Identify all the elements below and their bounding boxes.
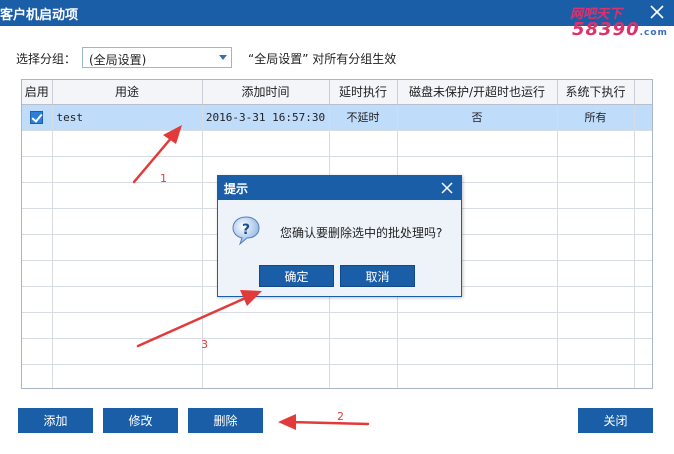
confirm-dialog: 提示 ? 您确认要删除选中的批处理吗? 确定 取消 xyxy=(217,175,462,297)
dialog-body: ? 您确认要删除选中的批处理吗? 确定 取消 xyxy=(218,200,461,296)
table-cell-empty xyxy=(22,208,53,235)
chevron-down-icon[interactable] xyxy=(219,55,227,60)
table-cell-empty xyxy=(202,312,330,339)
group-label: 选择分组： xyxy=(16,52,77,66)
window-title: 客户机启动项 xyxy=(0,8,79,23)
table-cell-empty xyxy=(52,312,203,339)
table-cell-empty xyxy=(52,364,203,388)
table-cell-empty xyxy=(52,286,203,313)
table-row-empty xyxy=(22,364,652,388)
annotation-label-3: 3 xyxy=(201,338,208,351)
table-cell-empty xyxy=(22,234,53,261)
table-cell-empty xyxy=(52,338,203,365)
table-cell-empty xyxy=(329,130,398,157)
table-cell-empty xyxy=(52,234,203,261)
annotation-label-1: 1 xyxy=(160,172,167,185)
table-cell-empty xyxy=(634,208,652,235)
table-cell-purpose: test xyxy=(52,104,203,131)
table-cell-empty xyxy=(557,338,635,365)
add-button[interactable]: 添加 xyxy=(18,408,93,433)
table-cell-empty xyxy=(634,286,652,313)
table-cell-empty xyxy=(22,182,53,209)
table-row-empty xyxy=(22,338,652,365)
column-header-delay[interactable]: 延时执行 xyxy=(329,80,398,105)
table-cell-empty xyxy=(22,130,53,157)
table-cell-filler xyxy=(634,104,652,131)
window-titlebar: 客户机启动项 xyxy=(0,0,674,26)
table-cell-empty xyxy=(22,338,53,365)
table-cell-empty xyxy=(634,364,652,388)
table-cell-empty xyxy=(634,260,652,287)
column-header-purpose[interactable]: 用途 xyxy=(52,80,203,105)
checkbox-checked-icon[interactable] xyxy=(30,110,44,124)
table-cell-empty xyxy=(52,208,203,235)
table-cell-empty xyxy=(52,130,203,157)
table-cell-empty xyxy=(634,156,652,183)
table-cell-empty xyxy=(557,286,635,313)
dialog-title: 提示 xyxy=(224,182,249,196)
annotation-arrow-2 xyxy=(278,414,370,430)
table-cell-empty xyxy=(52,156,203,183)
dialog-message: 您确认要删除选中的批处理吗? xyxy=(280,226,443,240)
dialog-cancel-button[interactable]: 取消 xyxy=(340,265,415,287)
table-cell-empty xyxy=(329,312,398,339)
group-select[interactable]: (全局设置) xyxy=(82,47,232,68)
group-select-value: (全局设置) xyxy=(89,53,147,67)
table-cell-empty xyxy=(634,312,652,339)
table-cell-empty xyxy=(634,130,652,157)
close-button[interactable]: 关闭 xyxy=(578,408,653,433)
column-header-enabled[interactable]: 启用 xyxy=(22,80,53,105)
table-cell-empty xyxy=(202,338,330,365)
table-cell-empty xyxy=(634,338,652,365)
table-cell-empty xyxy=(557,312,635,339)
table-cell-empty xyxy=(557,364,635,388)
column-header-added-time[interactable]: 添加时间 xyxy=(202,80,330,105)
table-cell-added-time: 2016-3-31 16:57:30 xyxy=(202,104,330,131)
dialog-titlebar: 提示 xyxy=(218,176,461,200)
table-cell-empty xyxy=(329,364,398,388)
table-cell-empty xyxy=(22,312,53,339)
table-cell-empty xyxy=(557,234,635,261)
table-row-empty xyxy=(22,312,652,339)
table-cell-empty xyxy=(397,338,558,365)
table-cell-empty xyxy=(557,260,635,287)
table-cell-empty xyxy=(22,364,53,388)
table-cell-enabled[interactable] xyxy=(22,104,53,131)
group-note: “全局设置” 对所有分组生效 xyxy=(248,52,397,66)
question-icon: ? xyxy=(232,216,260,246)
table-header-row: 启用 用途 添加时间 延时执行 磁盘未保护/开超时也运行 系统下执行 xyxy=(22,80,652,105)
table-cell-empty xyxy=(634,234,652,261)
table-cell-empty xyxy=(557,130,635,157)
table-cell-empty xyxy=(52,182,203,209)
column-header-system[interactable]: 系统下执行 xyxy=(557,80,635,105)
table-cell-empty xyxy=(202,130,330,157)
table-cell-delay: 不延时 xyxy=(329,104,398,131)
table-cell-empty xyxy=(22,156,53,183)
table-cell-empty xyxy=(397,130,558,157)
window-close-icon[interactable] xyxy=(648,3,666,21)
table-cell-run-unprotected: 否 xyxy=(397,104,558,131)
column-header-filler xyxy=(634,80,652,105)
dialog-close-icon[interactable] xyxy=(439,180,455,196)
dialog-ok-button[interactable]: 确定 xyxy=(259,265,334,287)
column-header-run-unprotected[interactable]: 磁盘未保护/开超时也运行 xyxy=(397,80,558,105)
table-cell-empty xyxy=(22,260,53,287)
table-cell-empty xyxy=(557,156,635,183)
table-cell-empty xyxy=(634,182,652,209)
table-cell-empty xyxy=(22,286,53,313)
table-cell-empty xyxy=(329,338,398,365)
table-cell-empty xyxy=(397,312,558,339)
table-cell-empty xyxy=(557,208,635,235)
delete-button[interactable]: 删除 xyxy=(188,408,263,433)
table-row[interactable]: test 2016-3-31 16:57:30 不延时 否 所有 xyxy=(22,104,652,131)
annotation-label-2: 2 xyxy=(337,410,344,423)
table-row-empty xyxy=(22,130,652,157)
table-cell-system: 所有 xyxy=(557,104,635,131)
table-cell-empty xyxy=(202,364,330,388)
table-cell-empty xyxy=(52,260,203,287)
table-cell-empty xyxy=(557,182,635,209)
svg-text:?: ? xyxy=(242,222,250,238)
table-cell-empty xyxy=(397,364,558,388)
edit-button[interactable]: 修改 xyxy=(103,408,178,433)
